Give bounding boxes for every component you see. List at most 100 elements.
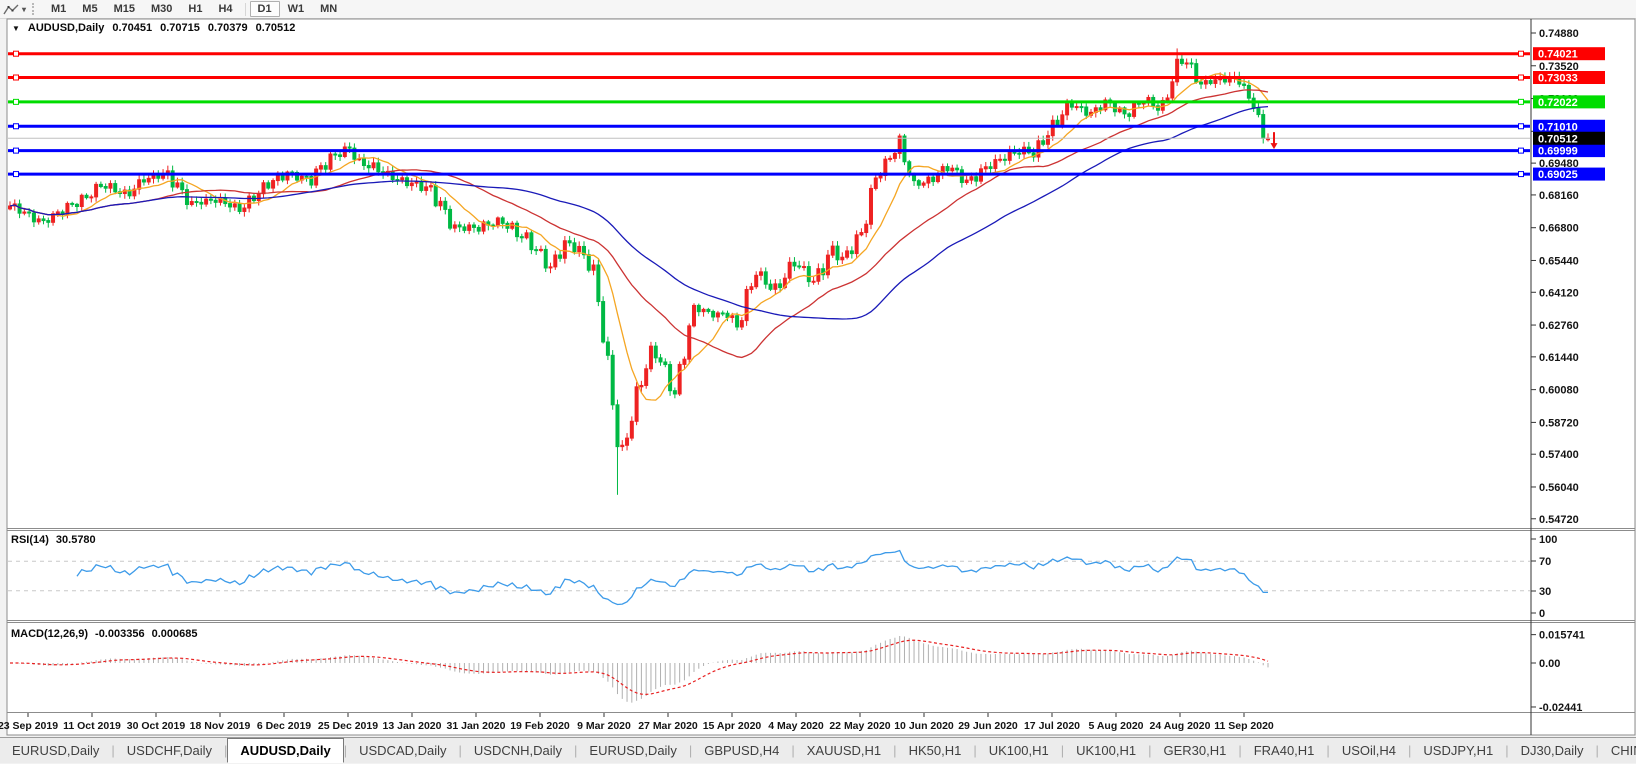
candle-body <box>802 266 807 269</box>
candle-body <box>945 166 950 172</box>
candle-body <box>55 211 60 215</box>
candle-body <box>271 180 276 189</box>
candle-body <box>639 384 644 388</box>
candle-body <box>668 364 673 392</box>
candle-body <box>744 288 749 322</box>
candle-body <box>31 212 36 223</box>
candle-body <box>467 224 472 231</box>
price-axis-label: 0.61440 <box>1539 352 1579 364</box>
date-axis-label: 13 Jan 2020 <box>383 720 442 732</box>
candle-body <box>419 180 424 191</box>
candle-body <box>538 248 543 251</box>
candle-body <box>854 234 859 255</box>
candle-body <box>672 390 677 395</box>
price-axis-label: 0.74880 <box>1539 28 1579 40</box>
candle-body <box>916 180 921 186</box>
candle-body <box>1007 150 1012 161</box>
date-axis-label: 15 Apr 2020 <box>703 720 762 732</box>
candle-body <box>849 250 854 255</box>
candle-body <box>70 202 75 205</box>
line-anchor-marker[interactable] <box>13 171 19 178</box>
line-anchor-marker[interactable] <box>13 50 19 57</box>
chart-canvas[interactable]: 0.748800.735200.721600.708000.694800.681… <box>0 0 1636 764</box>
line-anchor-marker[interactable] <box>1518 50 1524 57</box>
price-axis-label: 0.66800 <box>1539 223 1579 235</box>
candle-body <box>1002 158 1007 161</box>
date-axis-label: 24 Aug 2020 <box>1150 720 1211 732</box>
candle-body <box>902 135 907 163</box>
candle-body <box>452 224 457 229</box>
candle-body <box>625 437 630 446</box>
candle-body <box>22 211 27 214</box>
date-axis-label: 31 Jan 2020 <box>447 720 506 732</box>
candle-body <box>409 182 414 187</box>
line-anchor-marker[interactable] <box>1518 123 1524 130</box>
line-price-tag: 0.73033 <box>1538 73 1578 85</box>
line-anchor-marker[interactable] <box>13 74 19 81</box>
candle-body <box>778 283 783 289</box>
candle-body <box>1079 106 1084 109</box>
candle-body <box>228 203 233 208</box>
price-axis-label: 0.58720 <box>1539 417 1579 429</box>
collapse-chart-icon[interactable]: ▼ <box>12 24 20 33</box>
candle-body <box>448 208 453 229</box>
candle-body <box>266 182 271 189</box>
macd-axis-label: 0.00 <box>1539 658 1560 670</box>
candle-body <box>715 312 720 318</box>
candle-body <box>338 154 343 157</box>
candle-body <box>586 254 591 271</box>
price-axis-label: 0.73520 <box>1539 61 1579 73</box>
chart-symbol-label: AUDUSD,Daily <box>27 22 105 34</box>
candle-body <box>825 254 830 276</box>
candle-body <box>811 280 816 283</box>
candle-body <box>749 286 754 290</box>
candle-body <box>208 198 213 201</box>
line-anchor-marker[interactable] <box>1518 98 1524 105</box>
candle-body <box>256 193 261 202</box>
line-anchor-marker[interactable] <box>13 123 19 130</box>
candle-body <box>524 232 529 239</box>
line-anchor-marker[interactable] <box>13 147 19 154</box>
candle-body <box>792 261 797 267</box>
candle-body <box>534 249 539 252</box>
candle-body <box>558 254 563 259</box>
candle-body <box>41 218 46 222</box>
candle-body <box>428 185 433 188</box>
candle-body <box>682 358 687 365</box>
macd-indicator-label: MACD(12,26,9) -0.003356 0.000685 <box>11 628 197 640</box>
macd-name: MACD(12,26,9) <box>11 628 89 640</box>
line-anchor-marker[interactable] <box>1518 147 1524 154</box>
date-axis-label: 4 May 2020 <box>768 720 824 732</box>
candle-body <box>333 153 338 156</box>
candle-body <box>1208 80 1213 84</box>
candle-body <box>758 271 763 276</box>
date-axis-label: 25 Dec 2019 <box>318 720 378 732</box>
candle-body <box>151 174 156 179</box>
rsi-axis-label: 0 <box>1539 608 1545 620</box>
line-price-tag: 0.69999 <box>1538 146 1578 158</box>
trading-app-window: ▾ M1 M5 M15 M30 H1 H4 D1 W1 MN 0.74880 0.… <box>0 0 1636 764</box>
candle-body <box>835 245 840 261</box>
date-axis-label: 27 Mar 2020 <box>638 720 698 732</box>
candle-body <box>361 158 366 167</box>
candle-body <box>371 162 376 169</box>
ohlc-open: 0.70451 <box>112 22 153 34</box>
candle-body <box>237 203 242 212</box>
price-axis-label: 0.56040 <box>1539 482 1579 494</box>
rsi-value: 30.5780 <box>55 534 96 546</box>
line-anchor-marker[interactable] <box>13 98 19 105</box>
macd-main-value: -0.003356 <box>95 628 145 640</box>
candle-body <box>1213 79 1218 84</box>
rsi-indicator-label: RSI(14) 30.5780 <box>11 534 96 546</box>
candle-body <box>950 167 955 172</box>
candle-body <box>98 183 103 188</box>
price-axis-label: 0.64120 <box>1539 287 1579 299</box>
candle-body <box>644 368 649 386</box>
candle-body <box>1242 83 1247 86</box>
candle-body <box>1069 102 1074 108</box>
line-price-tag: 0.74021 <box>1538 49 1578 61</box>
line-anchor-marker[interactable] <box>1518 74 1524 81</box>
candle-body <box>931 176 936 183</box>
line-anchor-marker[interactable] <box>1518 171 1524 178</box>
candle-body <box>1203 80 1208 85</box>
